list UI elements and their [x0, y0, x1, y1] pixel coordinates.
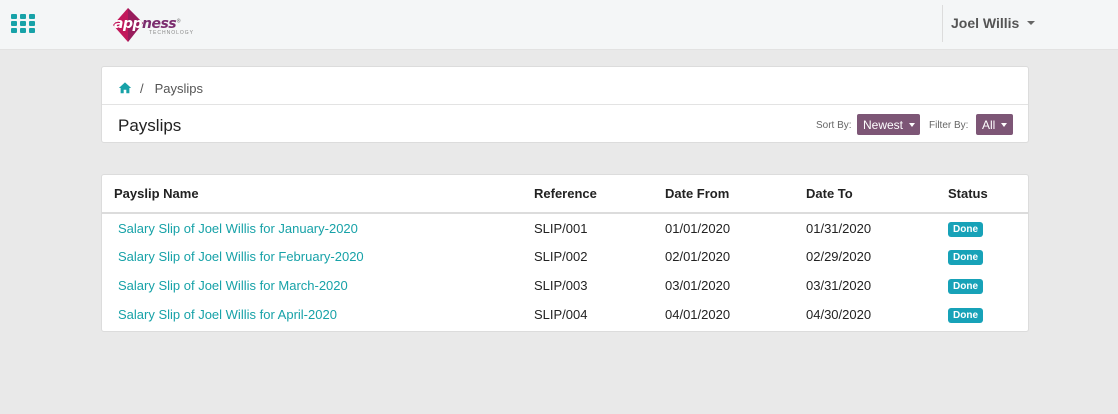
top-navbar: appness® TECHNOLOGY Joel Willis [0, 0, 1118, 50]
reference-cell: SLIP/001 [534, 220, 588, 236]
home-icon[interactable] [118, 81, 132, 95]
filter-value: All [982, 117, 996, 132]
sort-label: Sort By: [816, 120, 852, 131]
date-to-cell: 04/30/2020 [806, 307, 872, 322]
date-from-cell: 03/01/2020 [665, 278, 731, 293]
logo-subtext: TECHNOLOGY [149, 30, 195, 36]
payslip-link[interactable]: Salary Slip of Joel Willis for February-… [118, 249, 364, 264]
navbar-divider [942, 5, 943, 42]
table-header-row: Payslip Name Reference Date From Date To… [102, 175, 1028, 214]
date-to-cell: 03/31/2020 [806, 278, 872, 293]
caret-down-icon [1027, 21, 1036, 25]
payslip-link[interactable]: Salary Slip of Joel Willis for January-2… [118, 221, 358, 236]
table-row: Salary Slip of Joel Willis for January-2… [102, 213, 1028, 242]
column-header-date-to: Date To [806, 175, 948, 214]
status-badge: Done [948, 308, 983, 323]
breadcrumb-separator: / [140, 80, 144, 96]
appness-logo[interactable]: appness® TECHNOLOGY [111, 6, 201, 44]
header-divider [102, 104, 1028, 105]
payslips-table: Payslip Name Reference Date From Date To… [102, 175, 1028, 329]
payslip-link[interactable]: Salary Slip of Joel Willis for March-202… [118, 278, 348, 293]
table-row: Salary Slip of Joel Willis for March-202… [102, 271, 1028, 300]
reference-cell: SLIP/002 [534, 249, 588, 264]
caret-down-icon [1001, 122, 1008, 127]
sort-value: Newest [863, 117, 904, 132]
reference-cell: SLIP/003 [534, 278, 588, 293]
page-title: Payslips [118, 116, 182, 135]
page-header-panel: / Payslips Payslips Sort By: Newest Filt… [101, 66, 1029, 143]
table-row: Salary Slip of Joel Willis for April-202… [102, 300, 1028, 329]
filter-dropdown-button[interactable]: All [976, 114, 1013, 135]
filter-label: Filter By: [929, 120, 969, 131]
breadcrumb-current: Payslips [154, 80, 204, 96]
caret-down-icon [909, 122, 916, 127]
user-name: Joel Willis [951, 15, 1020, 31]
column-header-reference: Reference [534, 175, 665, 214]
table-row: Salary Slip of Joel Willis for February-… [102, 242, 1028, 271]
column-header-payslip-name: Payslip Name [102, 175, 534, 214]
status-badge: Done [948, 250, 983, 265]
date-to-cell: 01/31/2020 [806, 220, 872, 236]
reference-cell: SLIP/004 [534, 307, 588, 322]
column-header-status: Status [948, 175, 1028, 214]
date-from-cell: 01/01/2020 [665, 220, 731, 236]
user-menu-dropdown[interactable]: Joel Willis [951, 15, 1036, 31]
payslip-link[interactable]: Salary Slip of Joel Willis for April-202… [118, 307, 337, 322]
column-header-date-from: Date From [665, 175, 806, 214]
status-badge: Done [948, 221, 983, 237]
apps-grid-icon[interactable] [11, 14, 35, 33]
date-from-cell: 02/01/2020 [665, 249, 731, 264]
sort-dropdown-button[interactable]: Newest [857, 114, 920, 135]
date-to-cell: 02/29/2020 [806, 249, 872, 264]
breadcrumb: / Payslips [118, 78, 203, 98]
payslips-table-panel: Payslip Name Reference Date From Date To… [101, 174, 1029, 332]
status-badge: Done [948, 279, 983, 294]
date-from-cell: 04/01/2020 [665, 307, 731, 322]
